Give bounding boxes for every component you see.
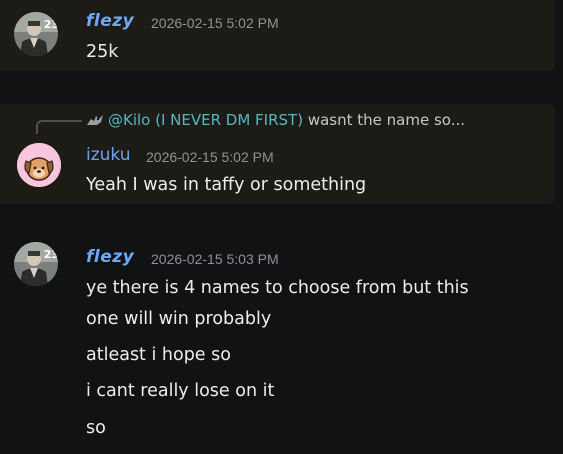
chat-message-list: 23 flezy 2026-02-15 5:02 PM 25k @Kilo (I… (0, 0, 563, 454)
username[interactable]: flezy (86, 247, 134, 267)
username[interactable]: flezy (86, 11, 134, 31)
timestamp[interactable]: 2026-02-15 5:03 PM (151, 251, 279, 267)
reply-connector (36, 120, 82, 134)
message-text: atleast i hope so (86, 345, 231, 365)
reply-mention[interactable]: @Kilo (I NEVER DM FIRST) (108, 111, 303, 129)
reply-preview[interactable]: @Kilo (I NEVER DM FIRST) wasnt the name … (86, 111, 465, 129)
message-text: so (86, 418, 106, 438)
avatar[interactable] (17, 143, 61, 187)
message-text: ye there is 4 names to choose from but t… (86, 278, 469, 298)
timestamp[interactable]: 2026-02-15 5:02 PM (146, 149, 274, 165)
reply-text[interactable]: wasnt the name so... (308, 111, 465, 129)
message-text: one will win probably (86, 309, 272, 329)
dog-avatar-icon (17, 143, 61, 187)
avatar-badge: 23 (43, 248, 58, 261)
dragon-avatar-icon (87, 115, 103, 125)
username[interactable]: izuku (86, 145, 131, 165)
message-text: i cant really lose on it (86, 381, 275, 401)
message-text: 25k (86, 42, 119, 62)
message-text: Yeah I was in taffy or something (86, 175, 367, 195)
avatar-badge: 23 (43, 18, 58, 31)
message-group[interactable]: 23 flezy 2026-02-15 5:02 PM 25k (0, 0, 555, 71)
avatar[interactable]: 23 (14, 12, 58, 56)
timestamp[interactable]: 2026-02-15 5:02 PM (151, 15, 279, 31)
avatar[interactable]: 23 (14, 242, 58, 286)
